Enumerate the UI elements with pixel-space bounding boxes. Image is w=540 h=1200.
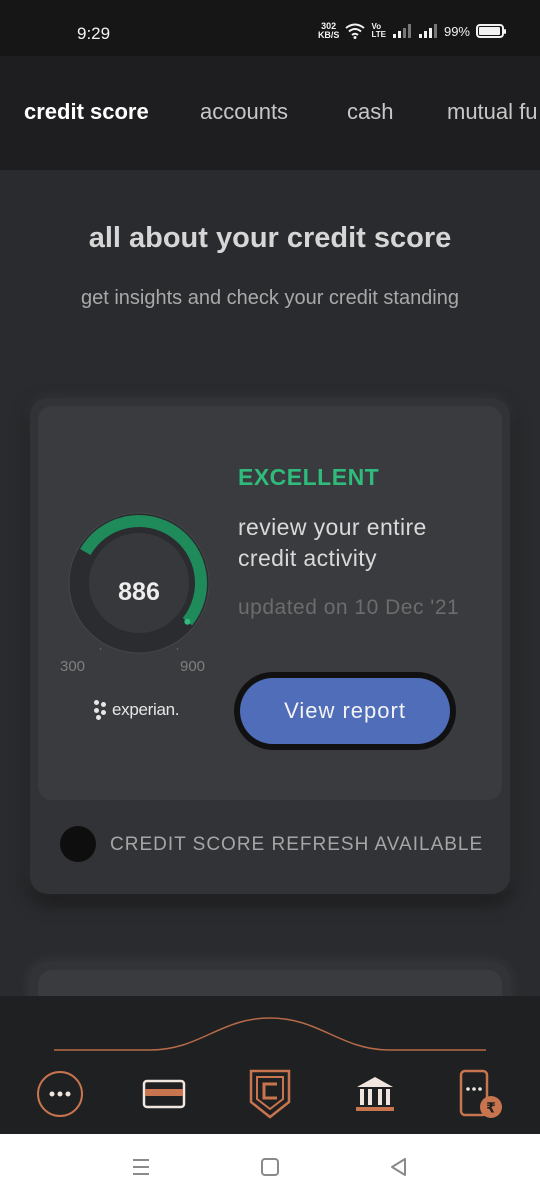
refresh-status-dot — [60, 826, 96, 862]
volte-bottom: LTE — [371, 30, 386, 39]
page-title: all about your credit score — [88, 222, 452, 254]
status-bar: 9:29 302 KB/S Vo LTE 99% — [0, 0, 540, 56]
network-speed: 302 KB/S — [318, 22, 340, 40]
credit-score-card: 886 300 900 experian. EXCELLENT review y… — [30, 398, 510, 894]
tab-mutual-funds[interactable]: mutual fu — [447, 99, 538, 125]
status-time: 9:29 — [77, 24, 111, 43]
bottom-nav: ₹ — [0, 996, 540, 1134]
nav-curve — [54, 1017, 486, 1051]
system-nav-bar — [0, 1134, 540, 1200]
back-icon[interactable] — [386, 1154, 412, 1180]
updated-date: updated on 10 Dec '21 — [238, 596, 460, 619]
svg-text:₹: ₹ — [486, 1101, 496, 1117]
cred-logo-icon[interactable] — [244, 1066, 296, 1122]
tab-credit-score[interactable]: credit score — [24, 99, 149, 125]
menu-icon[interactable] — [128, 1154, 154, 1180]
view-report-button[interactable]: View report — [234, 672, 456, 750]
page-subtitle: get insights and check your credit stand… — [81, 287, 459, 309]
view-report-label: View report — [240, 678, 450, 744]
status-indicators: 302 KB/S Vo LTE 99% — [318, 22, 506, 40]
credit-rating: EXCELLENT — [238, 464, 380, 490]
category-tabs: credit score accounts cash mutual fu — [0, 56, 540, 170]
experian-logo: experian. — [94, 700, 180, 720]
bank-icon[interactable] — [349, 1066, 401, 1122]
more-dots-icon[interactable] — [34, 1066, 86, 1122]
home-icon[interactable] — [257, 1154, 283, 1180]
review-text: review your entire credit activity — [238, 514, 427, 571]
refresh-available-text[interactable]: CREDIT SCORE REFRESH AVAILABLE — [110, 834, 483, 856]
battery-percent: 99% — [443, 23, 470, 39]
card-icon[interactable] — [138, 1066, 190, 1122]
credit-score-panel[interactable]: 886 300 900 experian. EXCELLENT review y… — [38, 406, 502, 800]
volte-indicator: Vo LTE — [371, 23, 386, 39]
score-range-min: 300 — [60, 658, 86, 675]
battery-icon — [476, 24, 506, 38]
wifi-icon — [345, 23, 366, 39]
bureau-name: experian. — [112, 700, 180, 719]
signal-icon-2 — [418, 24, 437, 38]
score-range-max: 900 — [180, 658, 206, 675]
tab-cash[interactable]: cash — [347, 99, 393, 125]
signal-icon-1 — [392, 24, 411, 38]
experian-dots-icon — [94, 700, 108, 720]
phone-rupee-icon[interactable]: ₹ — [454, 1066, 506, 1122]
network-speed-unit: KB/S — [317, 30, 340, 40]
credit-score-value: 886 — [118, 578, 160, 606]
tab-accounts[interactable]: accounts — [200, 99, 288, 125]
